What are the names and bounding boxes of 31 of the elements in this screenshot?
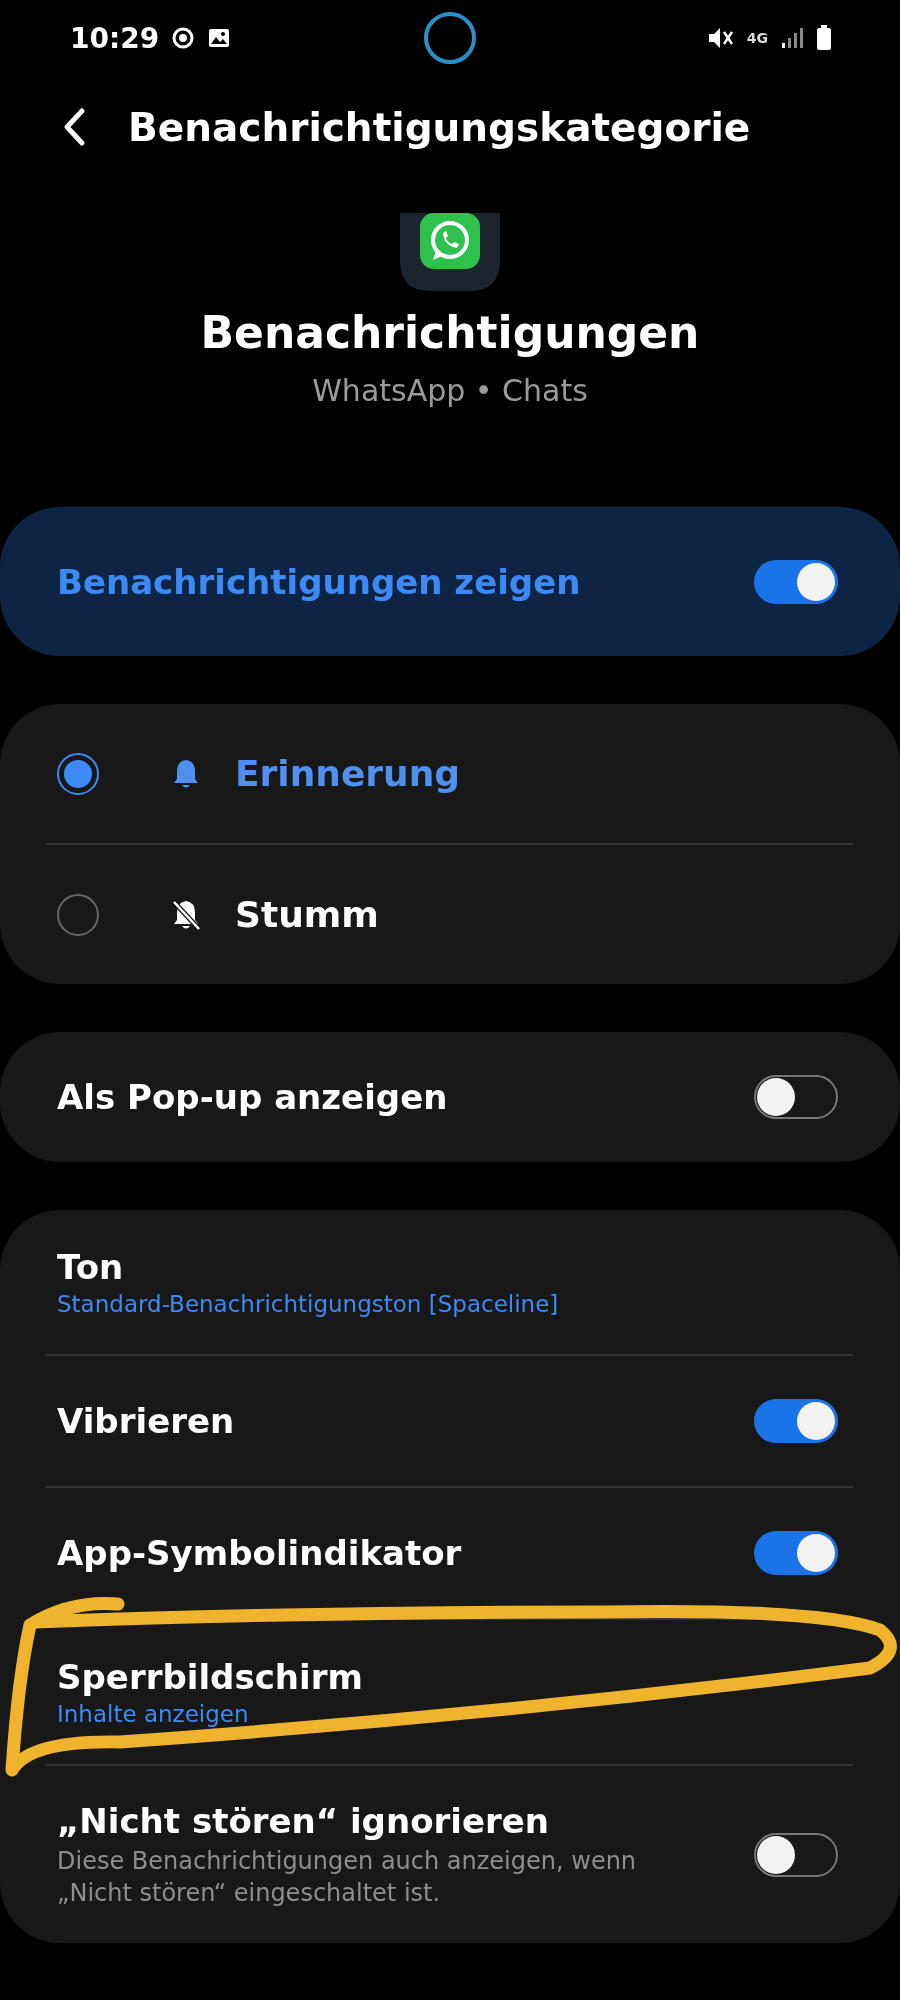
setting-description: Diese Benachrichtigungen auch anzeigen, wenn „Nicht stören“ eingeschaltet ist. bbox=[57, 1845, 638, 1909]
setting-value: Inhalte anzeigen bbox=[57, 1701, 250, 1727]
status-time: 10:29 bbox=[70, 21, 160, 55]
back-icon[interactable] bbox=[62, 107, 86, 147]
ring-icon bbox=[171, 26, 196, 50]
setting-title: Ton bbox=[57, 1247, 125, 1287]
camera-cutout bbox=[423, 11, 477, 65]
signal-icon bbox=[780, 26, 804, 50]
radio-button[interactable] bbox=[57, 893, 99, 936]
network-label: 4G bbox=[746, 30, 768, 46]
master-label: Benachrichtigungen zeigen bbox=[57, 561, 581, 602]
alert-option-label: Stumm bbox=[235, 894, 379, 935]
app-subtitle: WhatsApp • Chats bbox=[312, 372, 588, 410]
toggle-switch[interactable] bbox=[754, 1399, 838, 1443]
app-icon bbox=[400, 213, 500, 291]
toggle-switch[interactable] bbox=[754, 1531, 838, 1575]
setting-title: App-Symbolindikator bbox=[57, 1533, 462, 1573]
alert-option-label: Erinnerung bbox=[235, 753, 461, 794]
toggle-switch[interactable] bbox=[754, 1075, 838, 1119]
setting-title: Vibrieren bbox=[57, 1401, 235, 1441]
toggle-switch[interactable] bbox=[754, 1832, 838, 1877]
page-title: Benachrichtigungskategorie bbox=[128, 104, 751, 150]
radio-button[interactable] bbox=[57, 752, 99, 795]
setting-title: Als Pop-up anzeigen bbox=[57, 1077, 448, 1117]
battery-icon bbox=[816, 25, 832, 51]
setting-value: Standard-Benachrichtigungston [Spaceline] bbox=[57, 1291, 559, 1317]
toggle-switch[interactable] bbox=[754, 559, 838, 604]
setting-title: Sperrbildschirm bbox=[57, 1657, 363, 1697]
image-icon bbox=[207, 26, 232, 50]
app-title: Benachrichtigungen bbox=[200, 306, 700, 360]
setting-title: „Nicht stören“ ignorieren bbox=[57, 1800, 551, 1841]
